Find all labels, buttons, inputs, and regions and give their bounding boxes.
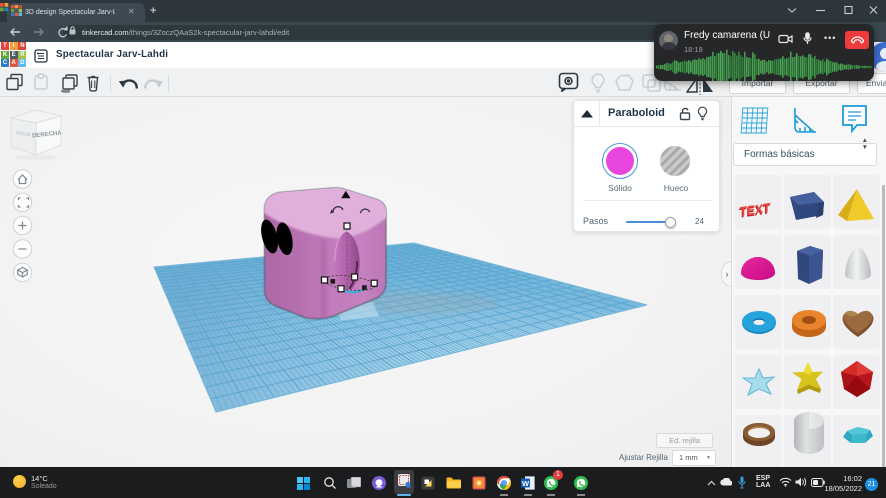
svg-text:W: W xyxy=(522,479,530,488)
